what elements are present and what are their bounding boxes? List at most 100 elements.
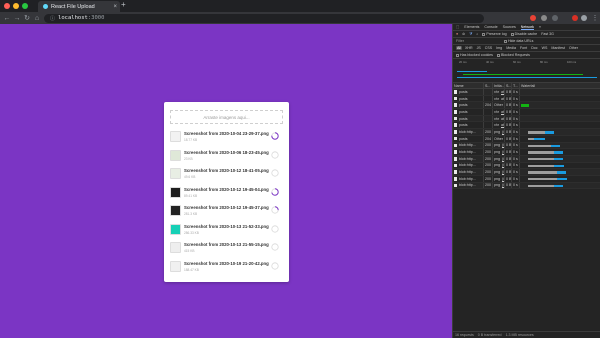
column-header[interactable]: S...	[484, 83, 493, 88]
url-port: :3000	[87, 15, 105, 21]
file-size: 23 KB	[184, 156, 193, 161]
extension-icon[interactable]	[541, 15, 547, 21]
page-viewport: Arraste imagens aqui... Screenshot from …	[0, 24, 452, 338]
menu-icon[interactable]: ⋮	[590, 14, 600, 22]
table-row[interactable]: blob:http... 200png(index)0 B0 s	[453, 162, 600, 170]
initiator-cell: Other	[493, 102, 505, 109]
waterfall-cell	[520, 109, 600, 115]
filter-icon[interactable]: ⧩	[469, 32, 472, 36]
extension-icon[interactable]	[552, 15, 558, 21]
table-row[interactable]: posts 204 Other 0 B0 s	[453, 102, 600, 110]
back-icon[interactable]: ←	[2, 15, 12, 22]
waterfall-cell	[520, 183, 600, 189]
file-name: Screenshot from 2020-10-12 18-41-05.png	[184, 168, 269, 173]
filter-type-manifest[interactable]: Manifest	[550, 46, 566, 50]
type-filter-bar: All XHR JS CSS Img Media Font Doc WS Manifest Othe…	[453, 45, 600, 52]
request-name-cell: blob:http...	[453, 169, 484, 175]
file-icon	[454, 170, 457, 174]
inspect-icon[interactable]: ⬚	[456, 25, 459, 29]
filter-type-font[interactable]: Font	[519, 46, 528, 50]
extension-icon[interactable]	[530, 15, 536, 21]
table-row[interactable]: blob:http... 200png(index)0 B0 s	[453, 175, 600, 183]
table-row[interactable]: posts xhrabcio...0 B0 s	[453, 95, 600, 103]
maximize-window-button[interactable]	[22, 3, 28, 9]
address-bar[interactable]: ⓘ localhost:3000	[44, 13, 484, 23]
close-tab-icon[interactable]: ×	[113, 4, 120, 10]
filter-type-css[interactable]: CSS	[484, 46, 493, 50]
file-icon	[454, 110, 457, 114]
waterfall-download-bar	[551, 144, 560, 147]
file-item: Screenshot from 2020-10-06 18-23-45.png 2…	[170, 149, 283, 164]
request-name: posts	[459, 103, 468, 108]
table-row[interactable]: posts xhrabcio...0 B0 s	[453, 122, 600, 130]
table-row[interactable]: blob:http... 200png(index)0 B0 s	[453, 182, 600, 190]
waterfall-cell	[520, 156, 600, 162]
overview-bar	[457, 77, 597, 78]
filter-input[interactable]: Filter	[456, 39, 464, 43]
profile-avatar[interactable]	[581, 15, 587, 21]
filter-type-ws[interactable]: WS	[541, 46, 549, 50]
tab-network[interactable]: Network	[520, 25, 534, 30]
filter-type-xhr[interactable]: XHR	[464, 46, 474, 50]
reload-icon[interactable]: ↻	[22, 14, 32, 22]
table-row[interactable]: posts xhrabcio...0 B0 s	[453, 115, 600, 123]
tab-elements[interactable]: Elements	[464, 25, 479, 29]
column-header[interactable]: Waterfall	[520, 83, 600, 88]
hide-data-urls-checkbox[interactable]: Hide data URLs	[504, 39, 533, 43]
disable-cache-checkbox[interactable]: Disable cache	[510, 32, 537, 36]
close-window-button[interactable]	[4, 3, 10, 9]
filter-type-img[interactable]: Img	[495, 46, 503, 50]
forward-icon[interactable]: →	[12, 15, 22, 22]
tab-console[interactable]: Console	[484, 25, 497, 29]
status-cell: 200	[485, 169, 493, 175]
filter-type-doc[interactable]: Doc	[530, 46, 538, 50]
table-row[interactable]: blob:http... 200png(index)0 B0 s	[453, 149, 600, 156]
table-row[interactable]: blob:http... 200png(index)0 B0 s	[453, 169, 600, 176]
waterfall-download-bar	[554, 184, 563, 188]
waterfall-download-bar	[533, 137, 546, 141]
file-size: 281.3 KB	[184, 212, 198, 216]
column-header[interactable]: Name	[453, 83, 484, 88]
column-header[interactable]: T...	[512, 83, 520, 88]
initiator-cell: png(index)	[493, 142, 505, 149]
browser-tab[interactable]: React File Upload ×	[38, 1, 120, 12]
home-icon[interactable]: ⌂	[32, 15, 42, 22]
search-icon[interactable]: ⌕	[476, 32, 478, 36]
filter-type-all[interactable]: All	[456, 46, 462, 50]
table-row[interactable]: blob:http... 200png(index)0 B0 s	[453, 142, 600, 150]
request-name-cell: blob:http...	[453, 142, 484, 149]
blocked-cookies-checkbox[interactable]: Has blocked cookies	[456, 53, 493, 57]
tab-sources[interactable]: Sources	[503, 25, 516, 29]
upload-progress-icon	[271, 261, 279, 270]
clear-icon[interactable]: ⊘	[462, 32, 465, 36]
initiator-cell: png(index)	[493, 155, 505, 162]
record-icon[interactable]: ●	[456, 32, 458, 36]
request-name-cell: blob:http...	[453, 129, 484, 135]
table-row[interactable]: posts xhrabcio...0 B0 s	[453, 89, 600, 96]
blocked-requests-checkbox[interactable]: Blocked Requests	[496, 53, 530, 57]
waterfall-cell	[520, 176, 600, 182]
tab-[interactable]: »	[539, 25, 541, 29]
overview-tick-label: 20 ms	[459, 60, 467, 64]
filter-type-media[interactable]: Media	[505, 46, 517, 50]
column-header[interactable]: S...	[505, 83, 512, 88]
extension-icon[interactable]	[572, 15, 578, 21]
network-overview[interactable]: 20 ms 40 ms 60 ms 80 ms 100 ms	[453, 59, 600, 83]
new-tab-button[interactable]: +	[121, 0, 126, 9]
throttle-select[interactable]: Fast 3G	[541, 32, 554, 36]
column-header[interactable]: Initia...	[493, 83, 505, 88]
minimize-window-button[interactable]	[13, 3, 19, 9]
table-row[interactable]: posts xhrabcio...0 B0 s	[453, 109, 600, 116]
overview-bar	[463, 74, 583, 75]
filter-type-js[interactable]: JS	[476, 46, 482, 50]
preserve-log-checkbox[interactable]: Preserve log	[482, 32, 507, 36]
filter-type-other[interactable]: Other	[568, 46, 579, 50]
initiator-type: png	[494, 156, 500, 161]
dropzone[interactable]: Arraste imagens aqui...	[170, 110, 283, 124]
request-name: posts	[459, 116, 468, 121]
waterfall-wait-bar	[528, 177, 557, 181]
overview-tick-label: 100 ms	[567, 60, 577, 64]
table-row[interactable]: posts 204 Other 0 B0 s	[453, 135, 600, 143]
table-row[interactable]: blob:http... 200png(index)0 B0 s	[453, 129, 600, 136]
table-row[interactable]: blob:http... 200png(index)0 B0 s	[453, 155, 600, 163]
